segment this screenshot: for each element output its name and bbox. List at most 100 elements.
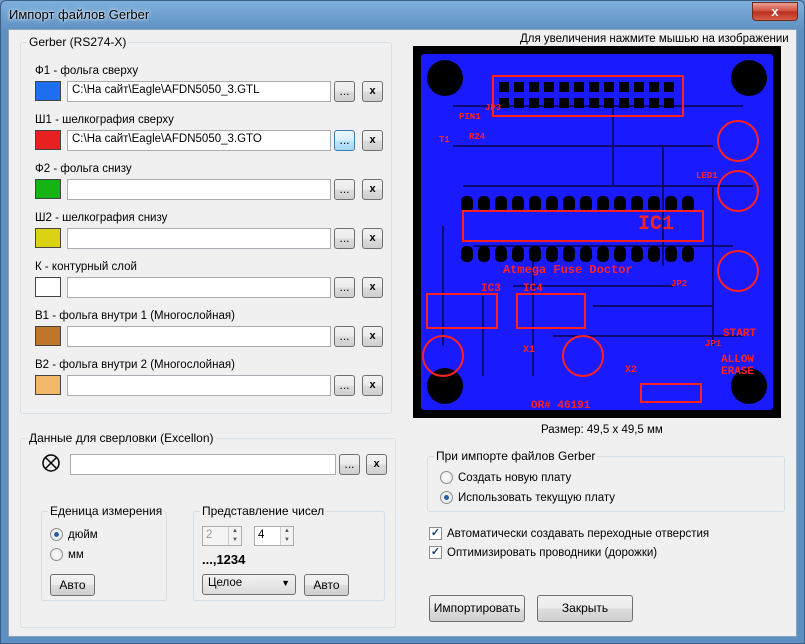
number-mode-select[interactable]: Целое ▼ xyxy=(202,574,296,595)
pcb-pad xyxy=(631,196,643,212)
layer-label: В1 - фольга внутри 1 (Многослойная) xyxy=(35,310,235,322)
number-format-group: Представление чисел 2 ▲ ▼ 4 ▲ ▼ ...,1234 Цел… xyxy=(193,504,385,601)
layer-label: Ф2 - фольга снизу xyxy=(35,163,132,175)
pcb-pad xyxy=(544,82,554,92)
gerber-group-legend: Gerber (RS274-X) xyxy=(27,35,129,49)
units-auto-button[interactable]: Авто xyxy=(50,574,95,596)
pcb-pad xyxy=(682,246,694,262)
layer-clear-button[interactable]: x xyxy=(362,81,383,102)
label-r24: R24 xyxy=(469,132,486,142)
layer-browse-button[interactable]: ... xyxy=(334,179,355,200)
pcb-pad xyxy=(574,98,584,108)
layer-file-input[interactable] xyxy=(67,326,331,347)
label-ic3: IC3 xyxy=(481,283,501,295)
title-bar[interactable]: Импорт файлов Gerber x xyxy=(1,1,804,29)
pcb-pad xyxy=(634,98,644,108)
pcb-preview[interactable]: IC1 Atmega Fuse Doctor IC3 IC4 OR# 46191… xyxy=(413,46,781,418)
label-ic4: IC4 xyxy=(523,283,543,295)
layer-file-input[interactable] xyxy=(67,228,331,249)
pcb-pad xyxy=(563,246,575,262)
layer-file-input[interactable] xyxy=(67,375,331,396)
checkmark-icon: ✓ xyxy=(429,546,442,559)
units-group-legend: Еденица измерения xyxy=(48,504,165,518)
pcb-pad xyxy=(619,98,629,108)
spin-arrows-icon[interactable]: ▲ ▼ xyxy=(228,527,241,545)
layer-file-input[interactable]: C:\На сайт\Eagle\AFDN5050_3.GTO xyxy=(67,130,331,151)
layer-color-swatch[interactable] xyxy=(35,326,61,346)
window-title: Импорт файлов Gerber xyxy=(9,7,150,22)
pcb-pad xyxy=(648,246,660,262)
units-mm-radio[interactable]: мм xyxy=(50,548,84,561)
layer-color-swatch[interactable] xyxy=(35,277,61,297)
label-start: START xyxy=(723,328,756,340)
close-icon: x xyxy=(771,4,779,19)
layer-color-swatch[interactable] xyxy=(35,179,61,199)
pcb-pad xyxy=(495,196,507,212)
units-inch-radio[interactable]: дюйм xyxy=(50,528,98,541)
drill-browse-button[interactable]: ... xyxy=(339,454,360,475)
spin-arrows-icon[interactable]: ▲ ▼ xyxy=(280,527,293,545)
layer-color-swatch[interactable] xyxy=(35,375,61,395)
pcb-pad xyxy=(514,98,524,108)
layer-file-input[interactable] xyxy=(67,277,331,298)
layer-file-input[interactable]: C:\На сайт\Eagle\AFDN5050_3.GTL xyxy=(67,81,331,102)
import-new-board-radio[interactable]: Создать новую плату xyxy=(440,471,571,484)
window-close-button[interactable]: x xyxy=(752,2,798,21)
label-ic1: IC1 xyxy=(638,213,674,236)
layer-file-input[interactable] xyxy=(67,179,331,200)
radio-label: Создать новую плату xyxy=(458,471,572,484)
checkbox-label: Оптимизировать проводники (дорожки) xyxy=(447,546,658,559)
pcb-pad xyxy=(664,98,674,108)
layer-browse-button[interactable]: ... xyxy=(334,130,355,151)
dec-digits-spinner[interactable]: 4 ▲ ▼ xyxy=(254,526,294,546)
drill-file-input[interactable] xyxy=(70,454,336,475)
optimize-traces-checkbox[interactable]: ✓ Оптимизировать проводники (дорожки) xyxy=(429,546,657,559)
pcb-pad xyxy=(512,196,524,212)
pcb-pad xyxy=(529,98,539,108)
layer-label: Ш1 - шелкография сверху xyxy=(35,114,174,126)
layer-label: Ф1 - фольга сверху xyxy=(35,65,139,77)
pcb-pad xyxy=(559,82,569,92)
number-format-preview: ...,1234 xyxy=(202,552,246,567)
format-auto-button[interactable]: Авто xyxy=(304,574,349,596)
layer-color-swatch[interactable] xyxy=(35,81,61,101)
pcb-pad xyxy=(499,82,509,92)
layer-clear-button[interactable]: x xyxy=(362,326,383,347)
gerber-group: Gerber (RS274-X) Ф1 - фольга сверху C:\На… xyxy=(20,35,392,414)
pcb-pad xyxy=(631,246,643,262)
dialog-client: Gerber (RS274-X) Ф1 - фольга сверху C:\На… xyxy=(8,29,797,637)
layer-clear-button[interactable]: x xyxy=(362,277,383,298)
preview-size: Размер: 49,5 x 49,5 мм xyxy=(541,424,663,436)
label-jp1: JP1 xyxy=(705,339,722,349)
layer-label: Ш2 - шелкография снизу xyxy=(35,212,168,224)
auto-vias-checkbox[interactable]: ✓ Автоматически создавать переходные отве… xyxy=(429,527,709,540)
layer-color-swatch[interactable] xyxy=(35,228,61,248)
label-jp2: JP2 xyxy=(671,279,687,289)
import-button[interactable]: Импортировать xyxy=(429,595,525,622)
mount-hole xyxy=(427,60,463,96)
close-button[interactable]: Закрыть xyxy=(537,595,633,622)
radio-selected-icon xyxy=(50,528,63,541)
layer-clear-button[interactable]: x xyxy=(362,179,383,200)
layer-browse-button[interactable]: ... xyxy=(334,228,355,249)
layer-browse-button[interactable]: ... xyxy=(334,81,355,102)
label-allow: ALLOW xyxy=(721,354,754,366)
layer-clear-button[interactable]: x xyxy=(362,130,383,151)
import-current-board-radio[interactable]: Использовать текущую плату xyxy=(440,491,615,504)
label-erase: ERASE xyxy=(721,366,754,378)
drill-group: Данные для сверловки (Excellon) ... x Ед… xyxy=(20,431,396,628)
layer-color-swatch[interactable] xyxy=(35,130,61,150)
layer-browse-button[interactable]: ... xyxy=(334,375,355,396)
layer-browse-button[interactable]: ... xyxy=(334,277,355,298)
int-digits-spinner[interactable]: 2 ▲ ▼ xyxy=(202,526,242,546)
number-mode-value: Целое xyxy=(208,577,243,589)
layer-browse-button[interactable]: ... xyxy=(334,326,355,347)
layer-clear-button[interactable]: x xyxy=(362,375,383,396)
pcb-pad xyxy=(649,82,659,92)
pcb-pad xyxy=(604,82,614,92)
drill-clear-button[interactable]: x xyxy=(366,454,387,475)
layer-clear-button[interactable]: x xyxy=(362,228,383,249)
int-digits-value: 2 xyxy=(206,529,213,541)
pcb-pad xyxy=(529,246,541,262)
pcb-pad xyxy=(529,196,541,212)
